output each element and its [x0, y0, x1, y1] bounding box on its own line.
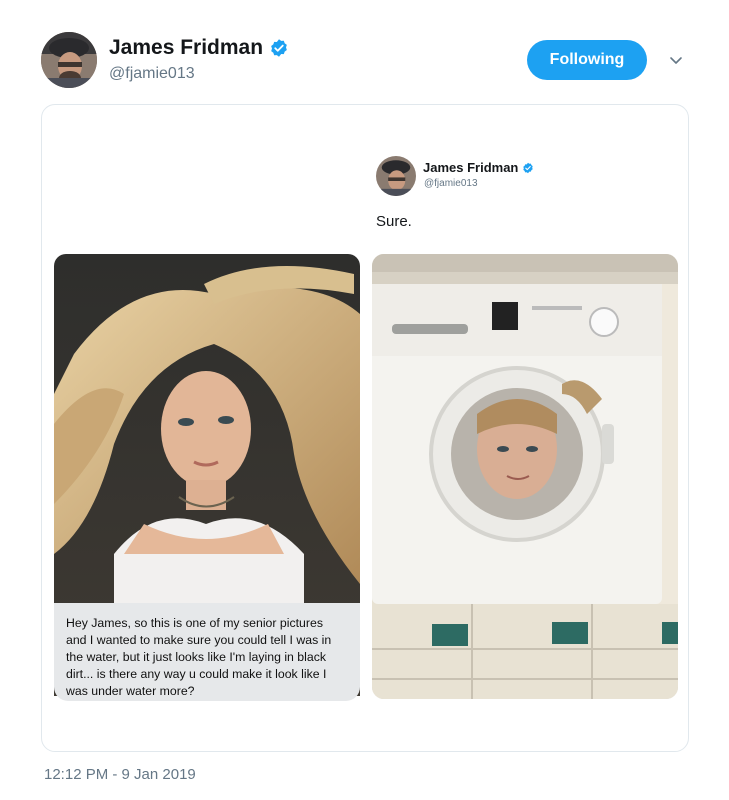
embedded-author-row: James Fridman [423, 160, 534, 175]
author-name[interactable]: James Fridman [109, 36, 263, 60]
verified-badge-icon [271, 39, 287, 57]
message-line: Hey James, so this is one of my senior p… [66, 616, 323, 630]
message-line: was under water more? [66, 684, 195, 698]
author-handle[interactable]: @fjamie013 [109, 65, 195, 83]
media-card[interactable]: James Fridman @fjamie013 Sure. Hey James… [41, 104, 689, 752]
embedded-author-name: James Fridman [423, 160, 519, 175]
message-line: and I wanted to make sure you could tell… [66, 633, 332, 647]
chevron-down-icon[interactable] [668, 52, 684, 68]
author-name-row: James Fridman [109, 36, 289, 60]
embedded-author-handle: @fjamie013 [424, 178, 478, 189]
message-line: the water, but it just looks like I'm la… [66, 650, 327, 664]
avatar[interactable] [41, 32, 97, 88]
message-line: dirt... is there any way u could make it… [66, 667, 327, 681]
verified-badge-icon [523, 162, 534, 173]
tweet-header: James Fridman @fjamie013 Following [0, 0, 729, 100]
embedded-avatar [376, 156, 416, 196]
embedded-reply-text: Sure. [376, 213, 412, 230]
edited-photo [372, 254, 678, 699]
tweet-timestamp[interactable]: 12:12 PM - 9 Jan 2019 [44, 766, 196, 783]
message-bubble: Hey James, so this is one of my senior p… [54, 603, 360, 701]
following-button[interactable]: Following [527, 40, 647, 80]
